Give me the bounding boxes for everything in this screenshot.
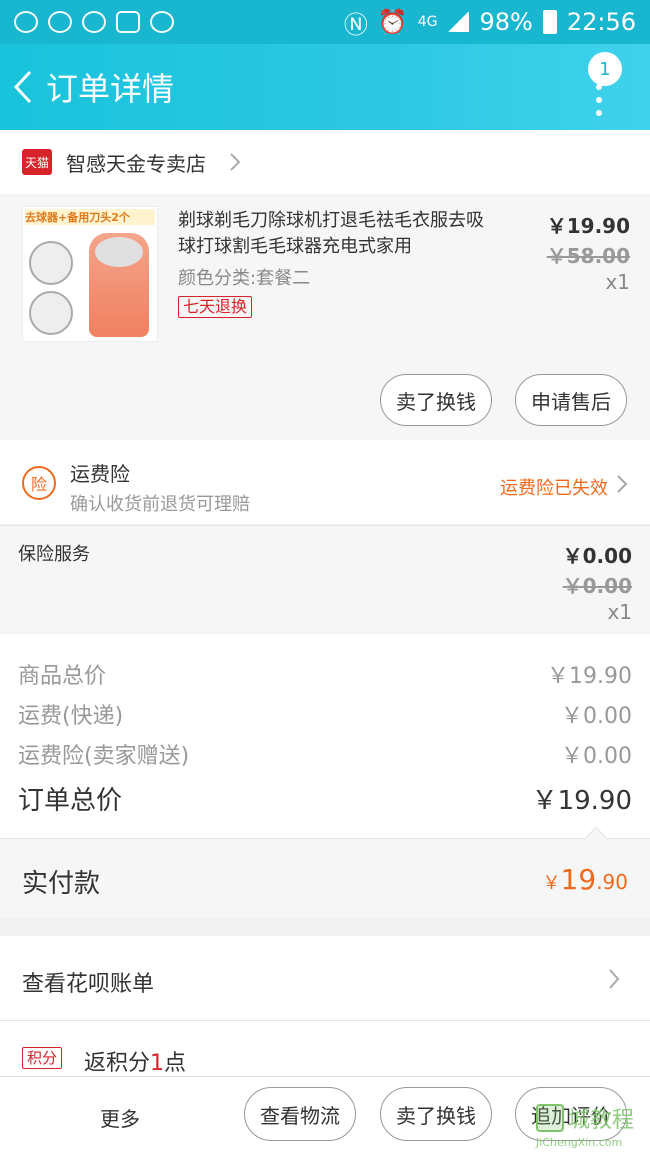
order-total-label: 订单总价 — [18, 786, 123, 816]
product-original-price: ￥58.00 — [546, 244, 630, 268]
store-name: 智感天金专卖店 — [66, 151, 206, 176]
points-text: 返积分1点 — [84, 1045, 186, 1077]
huabei-bill-row[interactable]: 查看花呗账单 — [0, 936, 650, 1020]
order-total-value: ￥19.90 — [531, 786, 632, 816]
summary-row: 运费(快递) ￥0.00 — [18, 698, 632, 730]
watermark-text: 城教程 — [568, 1108, 635, 1133]
summary-row: 运费险(卖家赠送) ￥0.00 — [18, 738, 632, 770]
more-vert-icon — [596, 84, 602, 123]
view-logistics-button[interactable]: 查看物流 — [244, 1087, 356, 1141]
amount-integer: 19 — [560, 863, 597, 896]
actual-payment-label: 实付款 — [22, 869, 101, 899]
insurance-service-item: 保险服务 ￥0.00 ￥0.00 x1 — [0, 525, 650, 633]
battery-icon — [542, 10, 557, 34]
shipping-insurance-row[interactable]: 险 运费险 确认收货前退货可理赔 运费险已失效 — [0, 440, 650, 524]
store-row[interactable]: 天猫 智感天金专卖店 — [0, 130, 650, 194]
chevron-right-icon — [617, 475, 628, 493]
moments-icon — [48, 11, 72, 33]
summary-label: 运费险(卖家赠送) — [18, 744, 190, 769]
tmall-icon: 天猫 — [22, 149, 52, 175]
points-row: 积分 返积分1点 — [0, 1020, 650, 1076]
more-menu-button[interactable]: 1 — [588, 52, 622, 116]
app-icon — [82, 11, 106, 33]
insurance-title: 运费险 — [70, 462, 130, 486]
watermark-site: JiChengXin.com — [536, 1136, 623, 1149]
after-sale-button[interactable]: 申请售后 — [515, 374, 627, 426]
sell-button[interactable]: 卖了换钱 — [380, 374, 492, 426]
lint-remover-icon — [89, 233, 149, 337]
status-bar: Ⓝ ⏰ 4G 98% 22:56 — [0, 0, 650, 44]
service-original-price: ￥0.00 — [562, 574, 632, 598]
sell-button[interactable]: 卖了换钱 — [380, 1087, 492, 1141]
actual-payment-row: 实付款 ￥19.90 — [0, 826, 650, 918]
summary-value: ￥19.90 — [547, 664, 632, 689]
qq-icon — [150, 11, 174, 33]
return-policy-tag: 七天退换 — [178, 296, 253, 318]
notification-icons — [14, 11, 174, 33]
network-type: 4G — [417, 14, 438, 30]
gallery-icon — [116, 11, 140, 33]
currency-symbol: ￥ — [542, 873, 561, 894]
page-title: 订单详情 — [46, 70, 175, 108]
amount-decimal: .90 — [596, 870, 628, 894]
points-tag: 积分 — [22, 1047, 63, 1069]
back-button[interactable] — [0, 44, 46, 130]
service-label: 保险服务 — [18, 544, 90, 565]
watermark-logo-icon — [536, 1104, 564, 1132]
product-spec: 颜色分类:套餐二 — [178, 268, 311, 289]
nfc-icon: Ⓝ — [343, 10, 368, 39]
service-price: ￥0.00 — [562, 544, 632, 568]
chevron-right-icon — [230, 153, 241, 171]
summary-label: 运费(快递) — [18, 704, 124, 729]
product-quantity: x1 — [605, 270, 630, 294]
actual-payment-amount: ￥19.90 — [543, 863, 628, 896]
product-title: 剃球剃毛刀除球机打退毛祛毛衣服去吸球打球割毛毛球器充电式家用 — [178, 210, 484, 257]
order-total-row: 订单总价 ￥19.90 — [18, 780, 632, 817]
points-number: 1 — [150, 1051, 165, 1076]
product-image[interactable]: 去球器+备用刀头2个 — [22, 206, 158, 342]
summary-row: 商品总价 ￥19.90 — [18, 658, 632, 690]
message-badge: 1 — [588, 52, 622, 86]
product-image-banner: 去球器+备用刀头2个 — [25, 209, 155, 225]
more-button[interactable]: 更多 — [100, 1103, 140, 1132]
app-header: 订单详情 1 — [0, 44, 650, 130]
summary-value: ￥0.00 — [561, 704, 632, 729]
watermark: 城教程 JiChengXin.com — [536, 1100, 648, 1152]
points-prefix: 返积分 — [84, 1051, 151, 1076]
insurance-status: 运费险已失效 — [500, 478, 608, 499]
insurance-description: 确认收货前退货可理赔 — [70, 494, 250, 515]
product-item[interactable]: 去球器+备用刀头2个 剃球剃毛刀除球机打退毛祛毛衣服去吸球打球割毛毛球器充电式家… — [0, 196, 650, 440]
chevron-left-icon — [13, 70, 32, 104]
product-price: ￥19.90 — [546, 214, 630, 238]
service-quantity: x1 — [607, 600, 632, 624]
blade-icon — [29, 291, 73, 335]
insurance-icon: 险 — [22, 466, 56, 500]
chevron-right-icon — [609, 969, 620, 989]
wechat-icon — [14, 11, 38, 33]
blade-icon — [29, 241, 73, 285]
clock: 22:56 — [566, 8, 636, 36]
huabei-label: 查看花呗账单 — [22, 972, 155, 997]
summary-value: ￥0.00 — [561, 744, 632, 769]
points-suffix: 点 — [164, 1051, 187, 1076]
signal-icon — [447, 12, 470, 32]
price-summary: 商品总价 ￥19.90 运费(快递) ￥0.00 运费险(卖家赠送) ￥0.00… — [0, 634, 650, 838]
alarm-icon: ⏰ — [377, 8, 408, 36]
battery-percent: 98% — [479, 8, 533, 36]
summary-label: 商品总价 — [18, 664, 107, 689]
